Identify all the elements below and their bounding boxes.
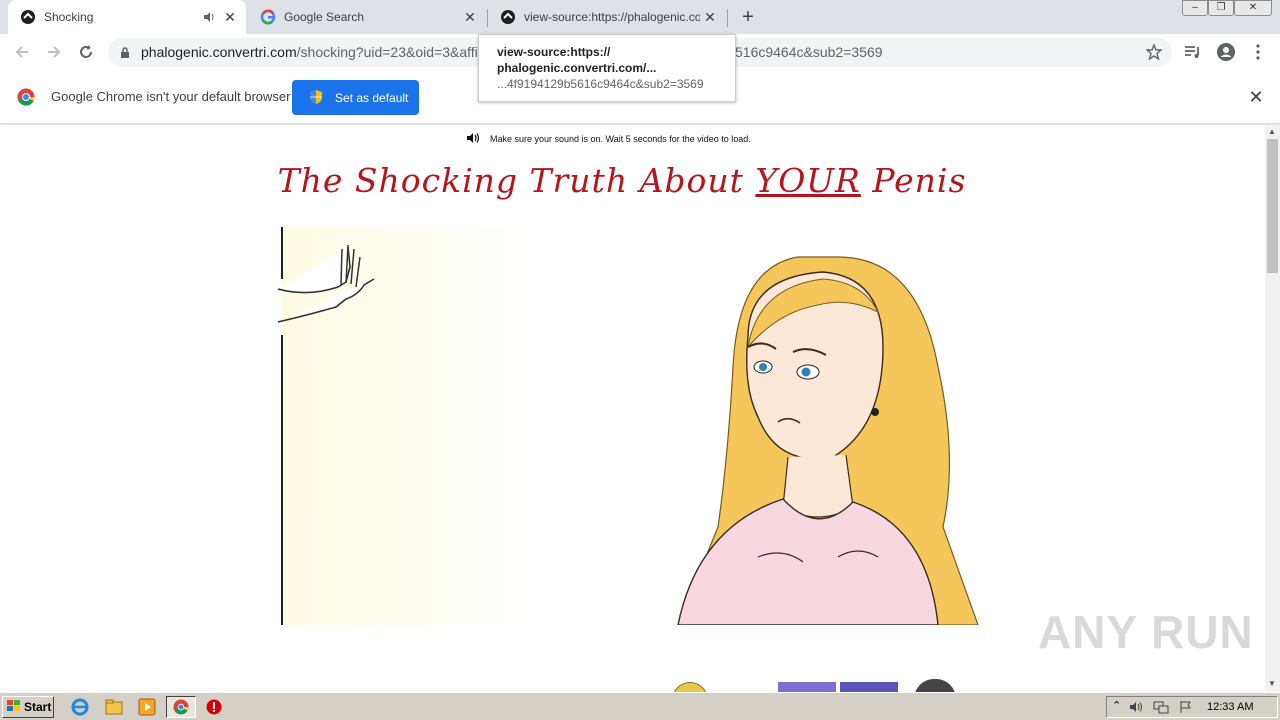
scrollbar-thumb[interactable] [1267,139,1278,273]
site-favicon-icon [20,9,36,25]
close-window-button[interactable]: ✕ [1234,0,1272,16]
account-avatar-icon [1217,43,1235,61]
tab-close-icon[interactable]: ✕ [702,9,718,25]
url-host: phalogenic.convertri.com [141,44,297,60]
tab-strip: Shocking ✕ Google Search ✕ view-source:h… [0,0,1280,34]
sound-notice-text: Make sure your sound is on. Wait 5 secon… [490,134,751,144]
sound-notice: Make sure your sound is on. Wait 5 secon… [466,132,751,146]
tray-expand-icon[interactable]: ⌃ [1112,699,1121,712]
tab-separator [727,9,728,27]
scroll-down-arrow-icon[interactable]: ▼ [1268,679,1276,688]
headline-text-post: Penis [860,161,967,200]
url-path: /shocking?uid=23&oid=3&affi [296,44,478,60]
google-favicon-icon [260,9,276,25]
new-tab-button[interactable]: + [738,6,758,28]
headline-text-pre: The Shocking Truth About [277,161,756,200]
internet-explorer-icon[interactable] [70,697,90,717]
arrow-left-icon [15,46,28,58]
uac-shield-icon [309,89,323,108]
windows-taskbar: Start ⌃ 12:33 AM [0,692,1280,720]
tab-title: Google Search [284,10,365,24]
forward-button[interactable] [42,40,66,64]
system-tray: ⌃ 12:33 AM [1106,696,1278,718]
minimize-button[interactable]: – [1182,0,1208,16]
headline-emphasis: YOUR [755,161,861,200]
tab-title: view-source:https://phalogenic.conv [524,10,700,24]
reload-button[interactable] [74,40,98,64]
payment-card-badge [778,682,836,692]
restore-button[interactable]: ❐ [1208,0,1234,16]
media-player-icon[interactable] [137,697,157,717]
infobar-close-icon[interactable]: ✕ [1246,87,1266,107]
web-page-content: Make sure your sound is on. Wait 5 secon… [0,125,1265,692]
arrow-right-icon [48,46,61,58]
scroll-up-arrow-icon[interactable]: ▲ [1268,127,1276,136]
tab-shocking[interactable]: Shocking ✕ [8,0,246,34]
tab-close-icon[interactable]: ✕ [462,9,478,25]
tooltip-line-3: ...4f9194129b5616c9464c&sub2=3569 [497,77,704,91]
menu-button[interactable] [1246,40,1270,64]
infobar-message: Google Chrome isn't your default browser [51,89,291,104]
guarantee-badge [672,682,708,692]
taskbar-clock[interactable]: 12:33 AM [1207,701,1253,713]
kebab-menu-icon [1256,44,1260,60]
speaker-icon [466,132,482,146]
video-player[interactable] [277,227,988,626]
network-icon[interactable] [1153,700,1169,719]
windows-logo-icon [7,699,21,715]
action-center-flag-icon[interactable] [1179,700,1193,719]
set-as-default-button[interactable]: Set as default [292,80,419,115]
volume-icon[interactable] [1129,700,1145,719]
url-tail: 516c9464c&sub2=3569 [735,44,883,60]
anyrun-watermark: ANY RUN [1038,606,1254,658]
secure-badge [914,679,956,692]
site-favicon-icon [500,9,516,25]
chrome-icon [173,699,189,715]
tab-view-source[interactable]: view-source:https://phalogenic.conv ✕ [488,0,726,34]
media-control-button[interactable] [1181,40,1205,64]
page-headline: The Shocking Truth About YOUR Penis [0,161,1244,200]
set-as-default-label: Set as default [335,90,409,105]
media-queue-icon [1185,46,1199,58]
bookmark-star-icon[interactable] [1145,43,1163,65]
video-frame-illustration [277,227,979,626]
tooltip-line-1: view-source:https:// [497,45,611,59]
audio-playing-icon[interactable] [202,10,216,27]
tab-hover-tooltip: view-source:https:// phalogenic.convertr… [478,34,736,102]
page-scrollbar[interactable]: ▲ ▼ [1265,125,1280,692]
profile-button[interactable] [1214,40,1238,64]
back-button[interactable] [10,40,34,64]
start-label: Start [24,700,52,714]
tab-close-icon[interactable]: ✕ [222,9,238,25]
reload-icon [80,45,92,58]
tooltip-line-2: phalogenic.convertri.com/... [497,61,657,75]
chrome-taskbar-button[interactable] [166,696,196,718]
payment-card-badge [840,682,898,692]
start-button[interactable]: Start [2,696,54,718]
stop-sign-icon[interactable] [204,697,224,717]
tab-title: Shocking [44,10,94,24]
chrome-logo-icon [17,88,35,111]
tab-google-search[interactable]: Google Search ✕ [248,0,486,34]
file-explorer-icon[interactable] [104,697,124,717]
lock-icon[interactable] [120,46,130,64]
